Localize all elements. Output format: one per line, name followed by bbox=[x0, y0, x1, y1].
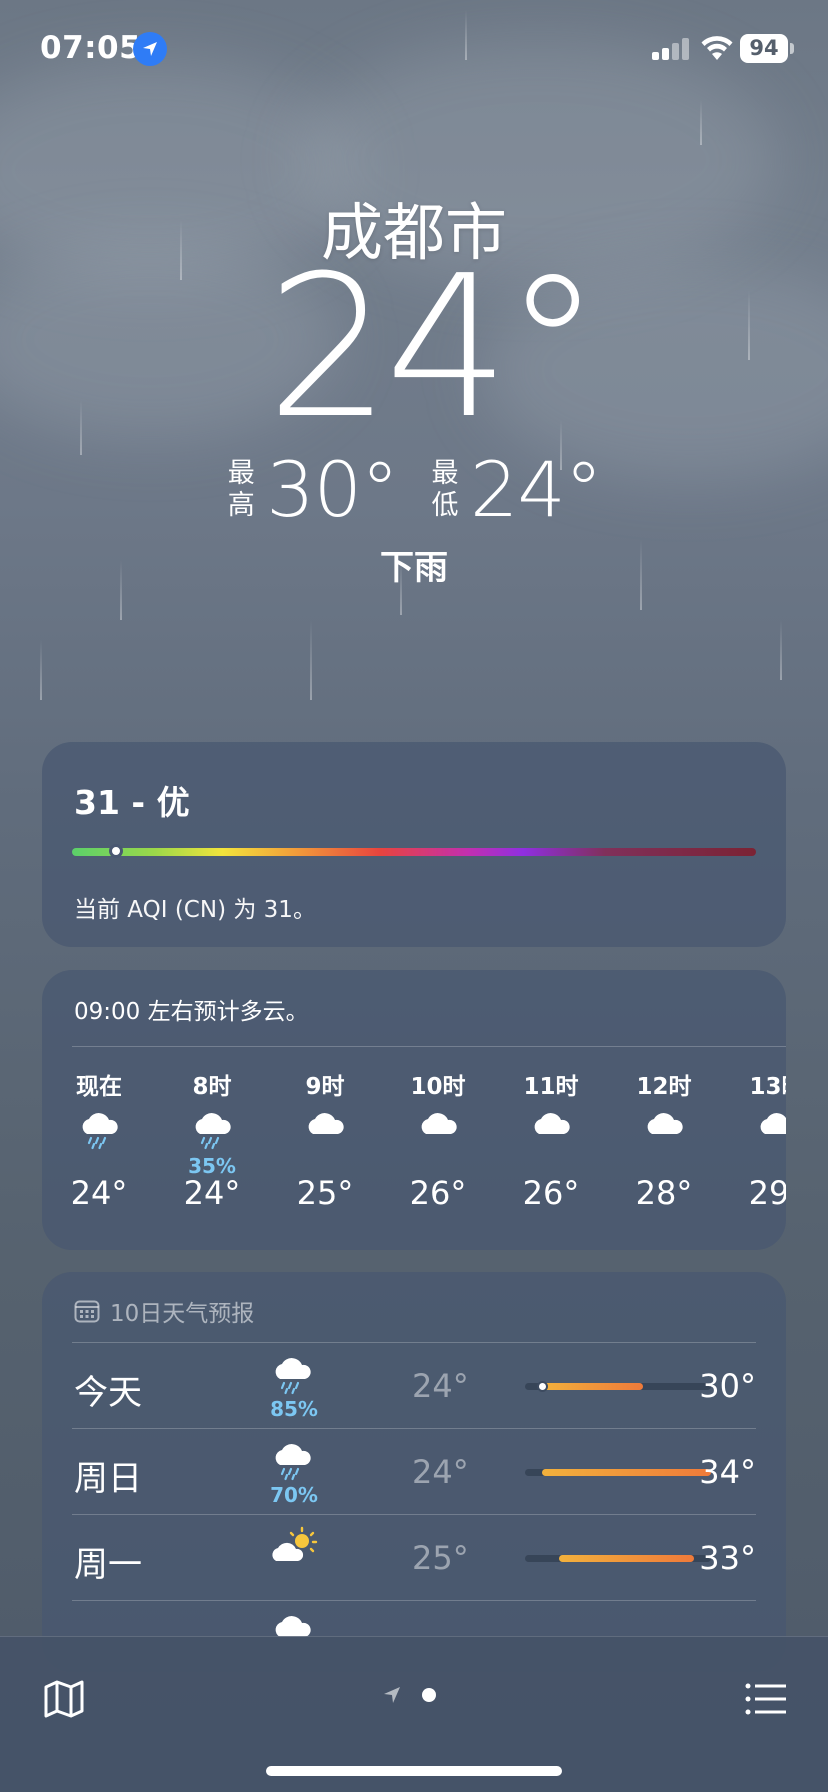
home-indicator[interactable] bbox=[266, 1766, 562, 1776]
current-temperature-dot bbox=[536, 1381, 548, 1392]
hour-temperature: 28° bbox=[635, 1174, 693, 1212]
hourly-forecast-card[interactable]: 09:00 左右预计多云。 现在 24° 8时 35% 24° 9时 25° 10时 26° 11… bbox=[42, 970, 786, 1250]
weather-condition: 下雨 bbox=[380, 548, 448, 588]
list-icon[interactable] bbox=[744, 1679, 788, 1719]
cloud-icon bbox=[506, 1104, 596, 1168]
hour-label: 12时 bbox=[636, 1074, 692, 1100]
battery-tip bbox=[790, 43, 794, 54]
aqi-title: 31 - 优 bbox=[74, 783, 190, 822]
ten-day-forecast-card[interactable]: 10日天气预报 今天 85% 24° 30° 周日 70% 24° 34° 周一 25° 33° bbox=[42, 1272, 786, 1672]
day-name: 周一 bbox=[74, 1545, 142, 1585]
hour-temperature: 24° bbox=[70, 1174, 128, 1212]
day-low-temp: 24° bbox=[412, 1453, 469, 1491]
hour-precipitation: 35% bbox=[188, 1154, 236, 1178]
hour-temperature: 26° bbox=[409, 1174, 467, 1212]
daily-row[interactable]: 周一 25° 33° bbox=[72, 1514, 756, 1600]
current-temperature: 24° bbox=[266, 234, 601, 462]
hour-label: 13时 bbox=[749, 1074, 786, 1100]
rain-cloud-icon: 85% bbox=[256, 1351, 332, 1421]
hourly-summary: 09:00 左右预计多云。 bbox=[74, 999, 309, 1025]
rain-cloud-icon: 35% bbox=[167, 1104, 257, 1178]
calendar-icon bbox=[74, 1300, 100, 1323]
day-high-temp: 34° bbox=[699, 1453, 756, 1491]
aqi-scale-bar bbox=[72, 848, 756, 856]
status-time: 07:05 bbox=[40, 30, 142, 66]
daily-header: 10日天气预报 bbox=[74, 1294, 254, 1328]
day-high-temp: 33° bbox=[699, 1539, 756, 1577]
hour-label: 11时 bbox=[523, 1074, 579, 1100]
temperature-range-fill bbox=[541, 1469, 711, 1476]
cloud-icon bbox=[619, 1104, 709, 1168]
hourly-scroll-row[interactable]: 现在24°8时35%24°9时25°10时26°11时26°12时28°13时2… bbox=[54, 1070, 786, 1240]
cloud-icon bbox=[732, 1104, 786, 1168]
hour-temperature: 24° bbox=[183, 1174, 241, 1212]
day-high-temp: 30° bbox=[699, 1367, 756, 1405]
partly-sunny-icon bbox=[256, 1523, 332, 1593]
hour-item: 10时 26° bbox=[393, 1070, 483, 1212]
location-arrow-icon bbox=[133, 32, 167, 66]
page-dot-active bbox=[422, 1688, 436, 1702]
hour-label: 9时 bbox=[305, 1074, 345, 1100]
wifi-icon bbox=[701, 36, 733, 60]
temperature-range-bar bbox=[525, 1381, 711, 1392]
cellular-signal-icon bbox=[652, 38, 692, 60]
temperature-range-fill bbox=[558, 1555, 695, 1562]
aqi-description: 当前 AQI (CN) 为 31。 bbox=[74, 897, 316, 923]
air-quality-card[interactable]: 31 - 优 当前 AQI (CN) 为 31。 bbox=[42, 742, 786, 947]
day-precipitation: 85% bbox=[270, 1397, 318, 1421]
hour-temperature: 26° bbox=[522, 1174, 580, 1212]
divider bbox=[72, 1046, 786, 1047]
low-label: 最低 bbox=[431, 457, 459, 521]
cloud-icon bbox=[393, 1104, 483, 1168]
battery-indicator: 94 bbox=[740, 34, 788, 63]
low-temperature: 最低 24° bbox=[430, 445, 603, 534]
current-location-page-icon bbox=[384, 1687, 400, 1703]
day-low-temp: 24° bbox=[412, 1367, 469, 1405]
day-precipitation: 70% bbox=[270, 1483, 318, 1507]
temperature-range-bar bbox=[525, 1555, 711, 1562]
temperature-range-bar bbox=[525, 1469, 711, 1476]
hour-item: 13时 29° bbox=[732, 1070, 786, 1212]
hour-temperature: 29° bbox=[748, 1174, 786, 1212]
rain-cloud-icon: 70% bbox=[256, 1437, 332, 1507]
hour-item: 12时 28° bbox=[619, 1070, 709, 1212]
high-label: 最高 bbox=[227, 457, 255, 521]
hour-label: 现在 bbox=[76, 1074, 122, 1100]
map-icon[interactable] bbox=[42, 1677, 86, 1721]
hour-item: 9时 25° bbox=[280, 1070, 370, 1212]
hour-item: 11时 26° bbox=[506, 1070, 596, 1212]
daily-header-label: 10日天气预报 bbox=[110, 1301, 255, 1327]
high-value: 30° bbox=[266, 445, 399, 534]
hour-label: 10时 bbox=[410, 1074, 466, 1100]
status-bar: 07:05 94 bbox=[0, 0, 828, 100]
page-indicator[interactable] bbox=[382, 1685, 436, 1705]
daily-row[interactable]: 周日 70% 24° 34° bbox=[72, 1428, 756, 1514]
hour-label: 8时 bbox=[192, 1074, 232, 1100]
hour-temperature: 25° bbox=[296, 1174, 354, 1212]
high-low-row: 最高 30° 最低 24° bbox=[0, 445, 828, 534]
rain-cloud-icon bbox=[54, 1104, 144, 1168]
day-low-temp: 25° bbox=[412, 1539, 469, 1577]
low-value: 24° bbox=[470, 445, 603, 534]
day-name: 今天 bbox=[74, 1373, 142, 1413]
temperature-range-fill bbox=[541, 1383, 644, 1390]
cloud-icon bbox=[280, 1104, 370, 1168]
daily-row[interactable]: 今天 85% 24° 30° bbox=[72, 1342, 756, 1428]
high-temperature: 最高 30° bbox=[226, 445, 399, 534]
hour-item: 8时 35% 24° bbox=[167, 1070, 257, 1212]
hour-item: 现在 24° bbox=[54, 1070, 144, 1212]
day-name: 周日 bbox=[74, 1459, 142, 1499]
